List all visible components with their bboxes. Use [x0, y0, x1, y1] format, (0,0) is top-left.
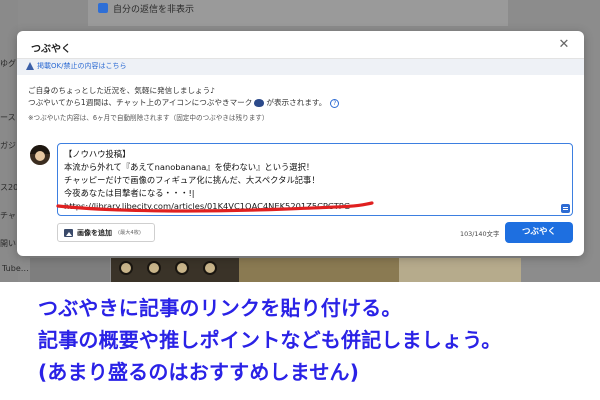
description-text: が表示されます。: [266, 98, 327, 107]
resize-handle[interactable]: [561, 204, 570, 213]
background-image: [399, 258, 521, 282]
add-image-button[interactable]: 画像を追加 (最大4枚): [57, 223, 155, 242]
background-image: [239, 258, 399, 282]
guidelines-link[interactable]: 掲載OK/禁止の内容はこちら: [37, 61, 126, 71]
description-line: つぶやいてから1週間は、チャット上のアイコンにつぶやきマーク が表示されます。?: [28, 97, 340, 108]
sidebar-fragment: ス20: [0, 183, 19, 192]
auto-delete-note: ※つぶやいた内容は、6ヶ月で自動削除されます（固定中のつぶやきは残ります）: [28, 114, 269, 122]
sidebar-fragment: チャ: [0, 211, 16, 220]
background-youtube-text: Tube…: [2, 264, 29, 273]
post-dialog: つぶやく ✕ 掲載OK/禁止の内容はこちら ご自身のちょっとした近況を、気軽に発…: [17, 31, 584, 256]
sidebar-fragment: ガジ: [0, 141, 16, 150]
avatar: [30, 145, 50, 165]
submit-button[interactable]: つぶやく: [505, 222, 573, 243]
description-line: ご自身のちょっとした近況を、気軽に発信しましょう♪: [28, 86, 216, 95]
hide-replies-label: 自分の返信を非表示: [113, 5, 195, 15]
add-image-label: 画像を追加: [77, 229, 112, 237]
caption-line: (あまり盛るのはおすすめしません): [38, 360, 360, 384]
dialog-title: つぶやく: [31, 44, 71, 55]
background-panel: [30, 258, 110, 282]
notice-bar: 掲載OK/禁止の内容はこちら: [17, 59, 584, 75]
warning-icon: [26, 62, 34, 70]
annotation-underline: [56, 201, 374, 213]
add-image-limit: (最大4枚): [118, 230, 141, 236]
tweet-mark-icon: [254, 99, 265, 107]
textarea-line: 本流から外れて『あえてnanobanana』を使わない』という選択！: [64, 162, 315, 172]
description-text: つぶやいてから1週間は、チャット上のアイコンにつぶやきマーク: [28, 98, 253, 107]
screenshot-area: 自分の返信を非表示 ゆグ ース ガジ ス20 チャ 開い Tube… つぶやく …: [0, 0, 600, 282]
caption-line: 記事の概要や推しポイントなども併記しましょう。: [38, 328, 502, 352]
textarea-line: 【ノウハウ投稿】: [64, 149, 131, 159]
sidebar-fragment: ース: [0, 113, 16, 122]
textarea-line: 今夜あなたは目撃者になる・・・!|: [64, 188, 195, 198]
background-image: [111, 258, 239, 282]
sidebar-fragment: 開い: [0, 239, 16, 248]
checkbox-icon[interactable]: [98, 3, 108, 13]
char-count: 103/140文字: [460, 230, 500, 238]
help-icon[interactable]: ?: [330, 98, 340, 108]
close-icon[interactable]: ✕: [556, 37, 572, 53]
image-icon: [64, 229, 73, 237]
sidebar-fragment: ゆグ: [0, 59, 16, 68]
caption-line: つぶやきに記事のリンクを貼り付ける。: [38, 296, 402, 320]
textarea-line: チャッピーだけで画像のフィギュア化に挑んだ、大スペクタル記事！: [64, 175, 320, 185]
